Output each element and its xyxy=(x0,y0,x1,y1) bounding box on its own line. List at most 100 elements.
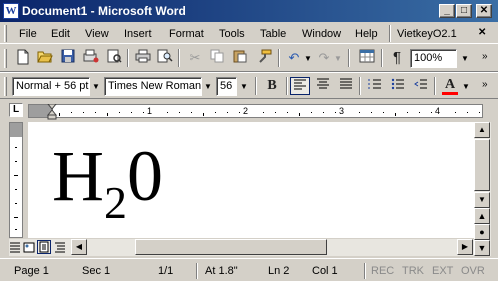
status-section[interactable]: Sec 1 xyxy=(82,262,110,280)
status-separator xyxy=(196,263,198,279)
ruler-tick xyxy=(227,112,228,113)
word-app-icon[interactable]: W xyxy=(3,3,19,19)
ruler-tick xyxy=(371,112,372,113)
insert-table-icon[interactable] xyxy=(357,49,377,67)
menu-grip[interactable] xyxy=(4,25,7,42)
horizontal-scroll-thumb[interactable] xyxy=(135,239,327,255)
bold-button[interactable]: B xyxy=(262,77,282,95)
status-rec[interactable]: REC xyxy=(371,262,394,280)
status-separator xyxy=(364,263,366,279)
cut-icon[interactable]: ✂ xyxy=(185,49,205,67)
horizontal-scrollbar[interactable]: ◀ ▶ xyxy=(9,239,474,256)
new-document-icon[interactable] xyxy=(13,49,33,67)
horizontal-ruler[interactable]: 1 2 3 4 xyxy=(28,103,483,120)
document-text[interactable]: H20 xyxy=(52,140,163,228)
numbering-icon[interactable] xyxy=(365,77,385,95)
font-combo[interactable]: Times New Roman xyxy=(104,77,202,96)
show-formatting-icon[interactable]: ¶ xyxy=(387,49,407,67)
zoom-dropdown-icon[interactable]: ▼ xyxy=(459,50,471,67)
menu-table[interactable]: Table xyxy=(260,27,286,41)
redo-dropdown-icon[interactable]: ▼ xyxy=(332,50,344,67)
vertical-scroll-thumb[interactable] xyxy=(474,139,490,191)
ruler-tick xyxy=(395,113,396,116)
save-icon[interactable] xyxy=(58,49,78,67)
next-page-icon[interactable]: ▼ xyxy=(474,240,490,256)
ruler-tick xyxy=(383,112,384,113)
vruler-tick xyxy=(15,203,17,204)
menu-edit[interactable]: Edit xyxy=(51,27,70,41)
zoom-combo[interactable]: 100% xyxy=(410,49,457,68)
decrease-indent-icon[interactable] xyxy=(411,77,431,95)
format-painter-icon[interactable] xyxy=(254,49,274,67)
menu-vietkey[interactable]: VietkeyO2.1 xyxy=(397,27,457,41)
menu-bar: File Edit View Insert Format Tools Table… xyxy=(0,22,498,44)
align-center-icon[interactable] xyxy=(313,77,333,95)
maximize-button[interactable]: □ xyxy=(456,4,472,18)
menu-tools[interactable]: Tools xyxy=(219,27,245,41)
minimize-button[interactable]: _ xyxy=(439,4,455,18)
ruler-tick xyxy=(359,112,360,113)
tab-selector[interactable]: L xyxy=(9,103,23,117)
select-browse-object-icon[interactable]: ● xyxy=(474,224,490,240)
print-icon[interactable] xyxy=(133,49,153,67)
status-page[interactable]: Page 1 xyxy=(14,262,49,280)
indent-marker-icon[interactable] xyxy=(46,103,58,123)
permission-icon[interactable] xyxy=(81,49,101,67)
web-layout-view-icon[interactable] xyxy=(23,241,35,253)
scroll-left-icon[interactable]: ◀ xyxy=(71,239,87,255)
email-icon[interactable] xyxy=(104,49,124,67)
justify-icon[interactable] xyxy=(336,77,356,95)
align-left-icon[interactable] xyxy=(290,77,310,95)
toolbar-options-icon[interactable]: » xyxy=(482,51,488,62)
outline-view-icon[interactable] xyxy=(54,241,66,253)
ruler-tick xyxy=(179,112,180,113)
ruler-tick xyxy=(419,112,420,113)
menu-help[interactable]: Help xyxy=(355,27,378,41)
status-trk[interactable]: TRK xyxy=(402,262,424,280)
close-button[interactable]: ✕ xyxy=(476,4,492,18)
previous-page-icon[interactable]: ▲ xyxy=(474,208,490,224)
ruler-number: 3 xyxy=(339,106,345,116)
menu-insert[interactable]: Insert xyxy=(124,27,152,41)
font-color-icon[interactable]: A xyxy=(440,77,460,95)
paste-icon[interactable] xyxy=(230,49,250,67)
document-close-icon[interactable]: ✕ xyxy=(478,27,486,38)
font-color-dropdown-icon[interactable]: ▼ xyxy=(460,78,472,95)
ruler-tick xyxy=(71,112,72,113)
status-page-count[interactable]: 1/1 xyxy=(158,262,173,280)
undo-icon[interactable]: ↶ xyxy=(284,49,304,67)
print-preview-icon[interactable] xyxy=(155,49,175,67)
redo-icon[interactable]: ↷ xyxy=(314,49,334,67)
undo-dropdown-icon[interactable]: ▼ xyxy=(302,50,314,67)
menu-file[interactable]: File xyxy=(19,27,37,41)
scroll-up-icon[interactable]: ▲ xyxy=(474,122,490,138)
style-dropdown-icon[interactable]: ▼ xyxy=(90,78,102,95)
toolbar-options-icon[interactable]: » xyxy=(482,79,488,90)
status-ext[interactable]: EXT xyxy=(432,262,453,280)
menu-window[interactable]: Window xyxy=(302,27,341,41)
copy-icon[interactable] xyxy=(207,49,227,67)
font-size-dropdown-icon[interactable]: ▼ xyxy=(238,78,250,95)
toolbar-grip[interactable] xyxy=(4,77,7,96)
vruler-tick xyxy=(15,229,17,230)
ruler-tick xyxy=(407,112,408,113)
open-folder-icon[interactable] xyxy=(35,49,55,67)
font-dropdown-icon[interactable]: ▼ xyxy=(202,78,214,95)
status-column[interactable]: Col 1 xyxy=(312,262,338,280)
ruler-tick xyxy=(263,112,264,113)
bullets-icon[interactable] xyxy=(388,77,408,95)
status-ovr[interactable]: OVR xyxy=(461,262,489,280)
menu-format[interactable]: Format xyxy=(169,27,204,41)
status-position[interactable]: At 1.8" xyxy=(205,262,238,280)
vertical-scrollbar[interactable]: ▲ ▼ ▲ ● ▼ xyxy=(474,122,491,256)
scroll-down-icon[interactable]: ▼ xyxy=(474,192,490,208)
font-size-combo[interactable]: 56 xyxy=(216,77,237,96)
style-combo[interactable]: Normal + 56 pt xyxy=(12,77,90,96)
toolbar-grip[interactable] xyxy=(4,49,7,68)
menu-view[interactable]: View xyxy=(85,27,109,41)
status-line[interactable]: Ln 2 xyxy=(268,262,289,280)
normal-view-icon[interactable] xyxy=(9,241,21,253)
scroll-right-icon[interactable]: ▶ xyxy=(457,239,473,255)
print-layout-view-icon[interactable] xyxy=(37,240,51,254)
vertical-ruler[interactable] xyxy=(9,122,23,238)
